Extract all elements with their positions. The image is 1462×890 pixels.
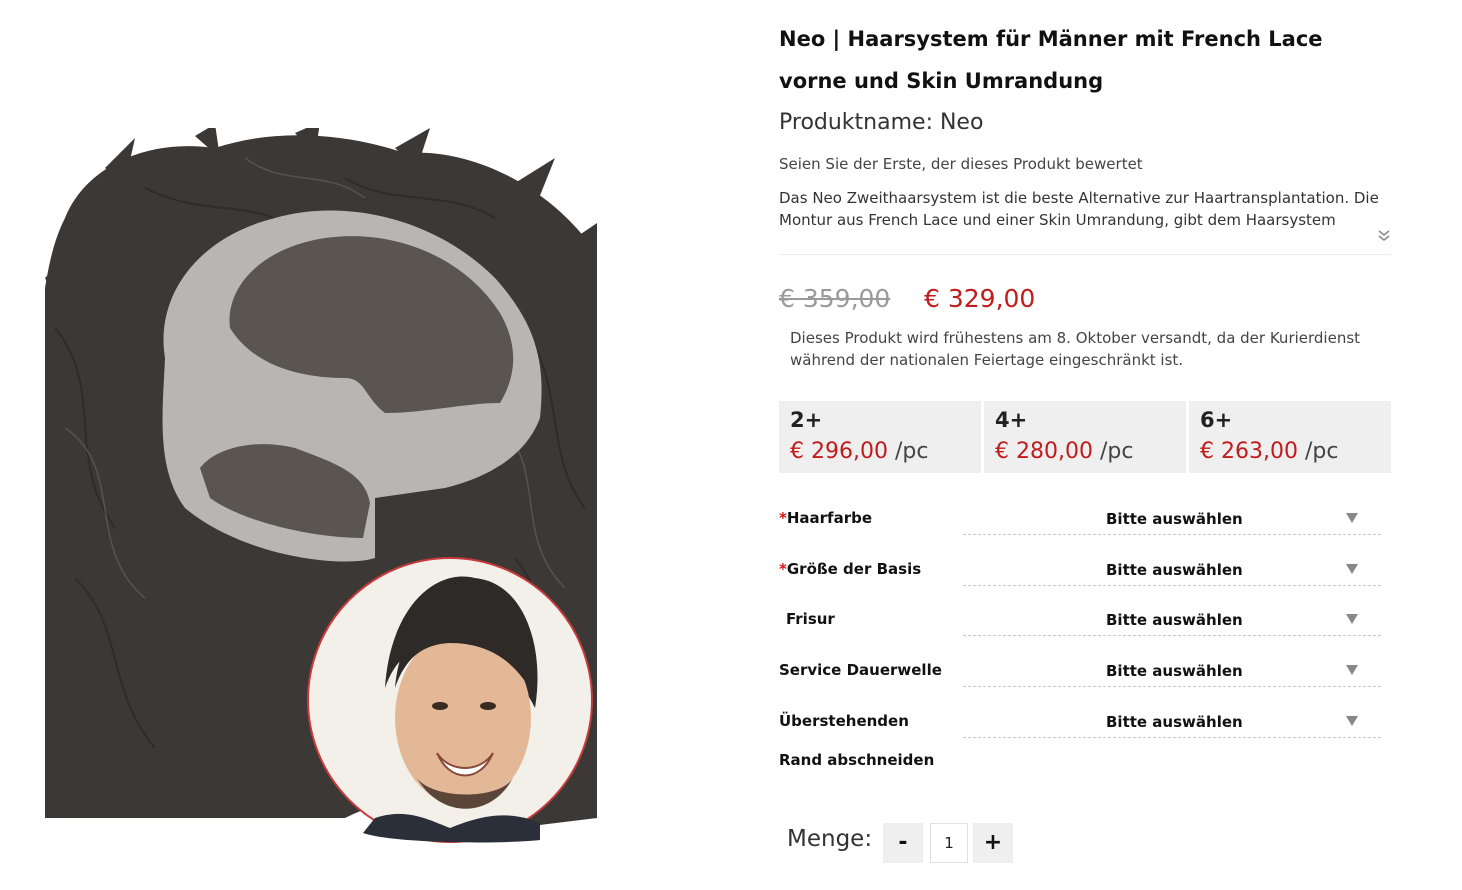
review-link[interactable]: Seien Sie der Erste, der dieses Produkt … — [779, 155, 1143, 173]
tier-quantity: 2+ — [790, 408, 823, 432]
expand-description-icon[interactable] — [1377, 229, 1391, 245]
quantity-label: Menge: — [787, 826, 873, 852]
tier-price: € 280,00 — [995, 439, 1093, 464]
select-value: Bitte auswählen — [1106, 713, 1243, 731]
tier-price-box: 6+ € 263,00 /pc — [1189, 401, 1391, 473]
option-label-rand-abschneiden: Überstehenden Rand abschneiden — [779, 702, 957, 780]
dropdown-arrow-icon — [1346, 665, 1358, 675]
tier-pricing: 2+ € 296,00 /pc 4+ € 280,00 /pc 6+ € 263… — [779, 401, 1391, 473]
option-label-text: Überstehenden Rand abschneiden — [779, 712, 935, 769]
divider — [779, 254, 1391, 255]
option-label-dauerwelle: Service Dauerwelle — [779, 651, 959, 690]
tier-price: € 263,00 — [1200, 439, 1298, 464]
option-label-haarfarbe: *Haarfarbe — [779, 499, 959, 538]
dropdown-arrow-icon — [1346, 614, 1358, 624]
required-marker: * — [779, 509, 787, 527]
shipping-note: Dieses Produkt wird frühestens am 8. Okt… — [790, 329, 1361, 369]
old-price: € 359,00 — [779, 284, 891, 313]
haarfarbe-select[interactable]: Bitte auswählen — [963, 504, 1381, 535]
select-value: Bitte auswählen — [1106, 662, 1243, 680]
product-name: Produktname: Neo — [779, 110, 984, 135]
product-title: Neo | Haarsystem für Männer mit French L… — [779, 27, 1323, 93]
tier-quantity: 6+ — [1200, 408, 1233, 432]
option-label-text: Haarfarbe — [786, 509, 873, 527]
tier-price-box: 4+ € 280,00 /pc — [984, 401, 1186, 473]
option-label-text: Größe der Basis — [786, 560, 922, 578]
product-image — [45, 128, 597, 848]
tier-quantity: 4+ — [995, 408, 1028, 432]
select-value: Bitte auswählen — [1106, 510, 1243, 528]
tier-unit: /pc — [1304, 439, 1339, 464]
select-value: Bitte auswählen — [1106, 611, 1243, 629]
tier-unit: /pc — [1099, 439, 1134, 464]
sale-price: € 329,00 — [924, 284, 1036, 313]
dauerwelle-select[interactable]: Bitte auswählen — [963, 656, 1381, 687]
groesse-basis-select[interactable]: Bitte auswählen — [963, 555, 1381, 586]
frisur-select[interactable]: Bitte auswählen — [963, 605, 1381, 636]
tier-unit: /pc — [894, 439, 929, 464]
dropdown-arrow-icon — [1346, 716, 1358, 726]
select-value: Bitte auswählen — [1106, 561, 1243, 579]
dropdown-arrow-icon — [1346, 564, 1358, 574]
quantity-input[interactable] — [930, 823, 968, 863]
quantity-decrease-button[interactable]: - — [883, 823, 923, 863]
required-marker: * — [779, 560, 787, 578]
option-label-groesse-basis: *Größe der Basis — [779, 550, 959, 589]
tier-price: € 296,00 — [790, 439, 888, 464]
option-label-text: Frisur — [786, 610, 835, 628]
rand-abschneiden-select[interactable]: Bitte auswählen — [963, 707, 1381, 738]
quantity-increase-button[interactable]: + — [973, 823, 1013, 863]
option-label-text: Service Dauerwelle — [779, 661, 942, 679]
tier-price-box: 2+ € 296,00 /pc — [779, 401, 981, 473]
dropdown-arrow-icon — [1346, 513, 1358, 523]
product-description: Das Neo Zweithaarsystem ist die beste Al… — [779, 189, 1379, 229]
option-label-frisur: Frisur — [786, 600, 966, 639]
